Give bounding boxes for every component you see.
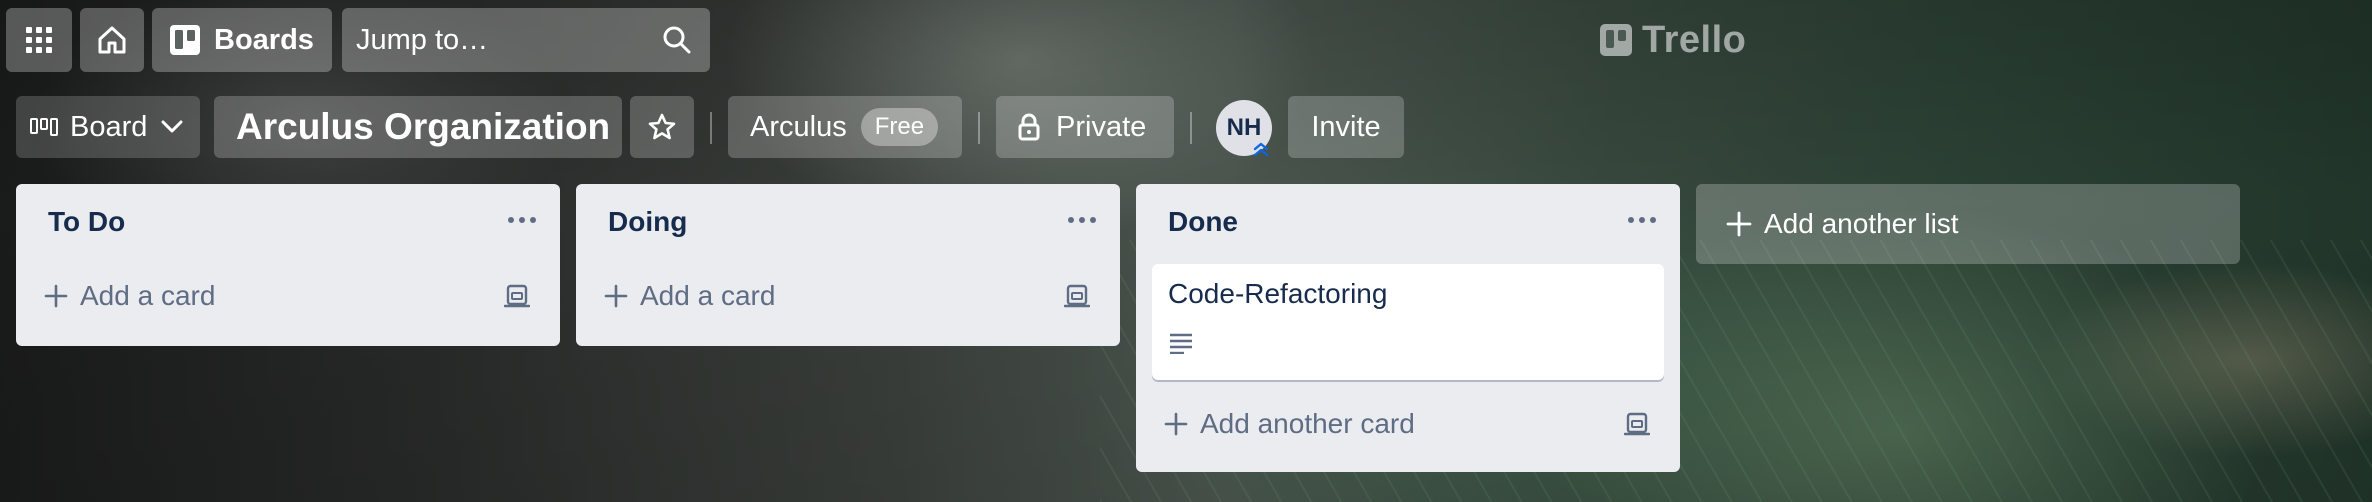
list-title[interactable]: Doing [608, 206, 687, 238]
board-title: Arculus Organization [236, 106, 611, 147]
avatar-initials: NH [1226, 114, 1262, 141]
board-header: Board Arculus Organization Arculus Free … [0, 94, 2372, 160]
apps-button[interactable] [6, 8, 72, 72]
visibility-button[interactable]: Private [996, 96, 1174, 158]
list-menu-icon[interactable] [502, 208, 542, 232]
add-card-button[interactable]: Add another card [1136, 392, 1680, 456]
list-menu-icon[interactable] [1622, 208, 1662, 232]
list-title[interactable]: Done [1168, 206, 1238, 238]
plus-icon [1164, 412, 1188, 436]
search-icon [663, 26, 691, 54]
card-title: Code-Refactoring [1168, 278, 1388, 309]
star-board-button[interactable] [630, 96, 694, 158]
card[interactable]: Code-Refactoring [1152, 264, 1664, 380]
chevron-down-icon [161, 120, 183, 133]
card-template-icon[interactable] [1624, 412, 1650, 436]
top-header: Boards Jump to… Trello [0, 0, 2372, 80]
workspace-name: Arculus [750, 110, 847, 143]
divider [710, 112, 712, 144]
board-view-switcher[interactable]: Board [16, 96, 200, 158]
star-icon [648, 113, 676, 140]
trello-logo[interactable]: Trello [1600, 18, 1746, 62]
plus-icon [604, 284, 628, 308]
description-icon [1170, 333, 1192, 355]
add-list-button[interactable]: Add another list [1696, 184, 2240, 264]
list-menu-icon[interactable] [1062, 208, 1102, 232]
workspace-button[interactable]: Arculus Free [728, 96, 962, 158]
trello-logo-icon [1600, 24, 1632, 56]
list-header: To Do [16, 184, 560, 264]
board-title-button[interactable]: Arculus Organization [214, 96, 622, 158]
search-input[interactable]: Jump to… [342, 8, 710, 72]
list-done[interactable]: Done Code-Refactoring Add another card [1136, 184, 1680, 472]
card-template-icon[interactable] [1064, 284, 1090, 308]
search-placeholder: Jump to… [356, 23, 489, 56]
add-card-button[interactable]: Add a card [576, 264, 1120, 328]
invite-label: Invite [1311, 110, 1381, 143]
boards-label: Boards [214, 23, 314, 56]
add-card-label: Add a card [80, 280, 216, 311]
logo-text: Trello [1642, 18, 1747, 61]
plan-badge: Free [860, 108, 939, 146]
list-header: Doing [576, 184, 1120, 264]
plus-icon [44, 284, 68, 308]
add-card-label: Add a card [640, 280, 776, 311]
home-icon [98, 26, 126, 54]
plus-icon [1726, 211, 1752, 237]
boards-icon [170, 25, 200, 55]
admin-chevron-icon [1253, 142, 1269, 157]
add-card-label: Add another card [1200, 408, 1415, 439]
card-badges [1168, 332, 1648, 360]
divider [1190, 112, 1192, 144]
board-view-icon [30, 118, 58, 136]
list-header: Done [1136, 184, 1680, 264]
board-view-label: Board [70, 110, 148, 143]
lock-icon [1018, 113, 1040, 141]
list-doing[interactable]: Doing Add a card [576, 184, 1120, 346]
apps-grid-icon [26, 27, 52, 53]
boards-button[interactable]: Boards [152, 8, 332, 72]
list-title[interactable]: To Do [48, 206, 125, 238]
home-button[interactable] [80, 8, 144, 72]
divider [978, 112, 980, 144]
card-template-icon[interactable] [504, 284, 530, 308]
member-avatar[interactable]: NH [1216, 100, 1272, 157]
add-list-label: Add another list [1764, 208, 1959, 239]
invite-button[interactable]: Invite [1288, 96, 1404, 158]
add-card-button[interactable]: Add a card [16, 264, 560, 328]
visibility-label: Private [1056, 110, 1147, 143]
list-to-do[interactable]: To Do Add a card [16, 184, 560, 346]
